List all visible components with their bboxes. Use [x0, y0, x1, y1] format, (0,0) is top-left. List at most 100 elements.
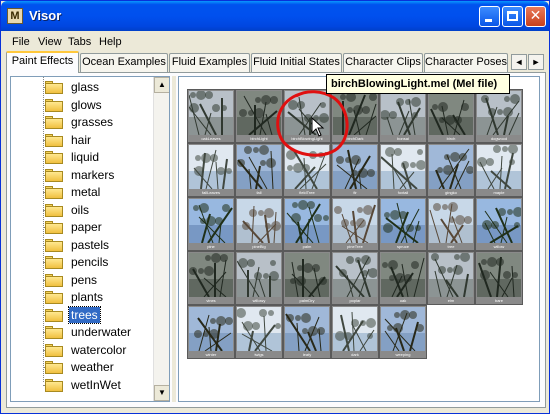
tab-fluid-initial-states[interactable]: Fluid Initial States — [251, 53, 342, 72]
thumbnail-3-1[interactable]: willowy — [235, 251, 283, 305]
tree-item-glows[interactable]: glows — [35, 97, 153, 113]
thumbnail-image — [477, 253, 521, 297]
thumbnail-3-2[interactable]: palmDry — [283, 251, 331, 305]
folder-icon — [45, 308, 63, 322]
thumbnail-1-5[interactable]: gingko — [427, 143, 475, 197]
scroll-track[interactable] — [154, 93, 169, 385]
tree-item-label: markers — [71, 167, 115, 182]
tree-item-label: oils — [71, 202, 90, 217]
scroll-up-button[interactable]: ▲ — [154, 77, 169, 93]
tree-item-underwater[interactable]: underwater — [35, 324, 153, 340]
thumbnail-0-6[interactable]: dogwood — [475, 89, 523, 143]
thumbnail-image — [381, 307, 425, 351]
thumbnail-4-0[interactable]: winter — [187, 305, 235, 359]
tab-scroll-right-button[interactable]: ► — [528, 54, 544, 70]
thumbnail-4-1[interactable]: twigs — [235, 305, 283, 359]
folder-icon — [45, 151, 63, 164]
thumbnail-caption: fieldTree — [299, 190, 315, 195]
tree-scrollbar[interactable]: ▲ ▼ — [153, 77, 169, 401]
thumbnail-caption: willow — [493, 244, 505, 249]
thumbnail-0-5[interactable]: birch — [427, 89, 475, 143]
thumbnail-caption: poplar — [349, 298, 361, 303]
close-button[interactable]: ✕ — [525, 6, 546, 27]
tree-item-label: weather — [71, 360, 114, 374]
scroll-down-button[interactable]: ▼ — [154, 385, 169, 401]
thumbnail-caption: maple — [493, 190, 505, 195]
minimize-button[interactable] — [479, 6, 500, 27]
thumbnail-caption: gingko — [445, 190, 457, 195]
menu-tabs[interactable]: Tabs — [68, 36, 91, 48]
tree-item-metal[interactable]: metal — [35, 184, 153, 200]
thumbnail-3-0[interactable]: vines — [187, 251, 235, 305]
tab-character-clips[interactable]: Character Clips — [343, 53, 423, 72]
thumbnail-4-3[interactable]: dark — [331, 305, 379, 359]
folder-icon — [45, 361, 63, 374]
tree-item-label: paper — [71, 220, 102, 234]
thumbnail-caption: foxtail — [397, 190, 409, 195]
tree-item-glass[interactable]: glass — [35, 79, 153, 95]
thumbnail-2-0[interactable]: pine — [187, 197, 235, 251]
thumbnail-image — [285, 253, 329, 297]
tree-item-watercolor[interactable]: watercolor — [35, 342, 153, 358]
folder-icon — [45, 203, 63, 217]
thumbnail-caption: fir — [353, 190, 357, 195]
tab-ocean-examples[interactable]: Ocean Examples — [80, 53, 168, 72]
tree-item-trees[interactable]: trees — [35, 305, 153, 324]
tree-item-liquid[interactable]: liquid — [35, 149, 153, 165]
tree-item-paper[interactable]: paper — [35, 219, 153, 235]
tab-character-poses[interactable]: Character Poses — [424, 53, 508, 72]
menu-view[interactable]: View — [38, 36, 62, 48]
thumbnail-2-6[interactable]: willow — [475, 197, 523, 251]
tree-item-pastels[interactable]: pastels — [35, 237, 153, 253]
thumbnail-4-4[interactable]: weeping — [379, 305, 427, 359]
maximize-button[interactable] — [502, 6, 523, 27]
thumbnail-caption: elm — [447, 298, 455, 303]
thumbnail-0-4[interactable]: bonsai — [379, 89, 427, 143]
tree-item-label: underwater — [71, 325, 132, 339]
folder-icon — [45, 256, 63, 269]
thumbnail-3-4[interactable]: oak — [379, 251, 427, 305]
thumbnail-caption: vines — [206, 298, 216, 303]
tree-item-pens[interactable]: pens — [35, 272, 153, 288]
menu-bar: File View Tabs Help — [1, 33, 549, 51]
thumbnail-0-0[interactable]: oakLeaves — [187, 89, 235, 143]
thumbnail-1-0[interactable]: fallLeaves — [187, 143, 235, 197]
thumbnail-image — [477, 91, 521, 135]
tree-item-oils[interactable]: oils — [35, 202, 153, 218]
thumbnail-2-5[interactable]: tree — [427, 197, 475, 251]
tab-scroll-left-button[interactable]: ◄ — [511, 54, 527, 70]
thumbnail-2-3[interactable]: pineTree — [331, 197, 379, 251]
pane-splitter[interactable] — [172, 76, 176, 402]
tab-fluid-examples[interactable]: Fluid Examples — [169, 53, 250, 72]
title-bar[interactable]: M Visor ✕ — [1, 1, 549, 31]
thumbnail-3-6[interactable]: bare — [475, 251, 523, 305]
tree-item-label: pastels — [71, 237, 110, 252]
folder-icon — [45, 186, 63, 199]
tree-item-pencils[interactable]: pencils — [35, 254, 153, 270]
tree-item-grasses[interactable]: grasses — [35, 114, 153, 130]
tab-paint-effects[interactable]: Paint Effects — [6, 51, 79, 73]
thumbnail-image — [381, 145, 425, 189]
tree-item-hair[interactable]: hair — [35, 132, 153, 148]
app-icon: M — [7, 8, 23, 24]
thumbnail-1-4[interactable]: foxtail — [379, 143, 427, 197]
close-icon: ✕ — [529, 8, 542, 24]
thumbnail-3-3[interactable]: poplar — [331, 251, 379, 305]
thumbnail-image — [237, 199, 281, 243]
tree-item-label: watercolor — [71, 342, 127, 357]
thumbnail-2-1[interactable]: pineBig — [235, 197, 283, 251]
tab-strip: Paint Effects Ocean Examples Fluid Examp… — [6, 51, 546, 73]
thumbnail-3-5[interactable]: elm — [427, 251, 475, 305]
menu-help[interactable]: Help — [99, 36, 122, 48]
tree-item-wetInWet[interactable]: wetInWet — [35, 377, 153, 393]
thumbnail-4-2[interactable]: leafy — [283, 305, 331, 359]
thumbnail-1-6[interactable]: maple — [475, 143, 523, 197]
tree-item-markers[interactable]: markers — [35, 167, 153, 183]
menu-file[interactable]: File — [12, 36, 30, 48]
thumbnail-2-2[interactable]: palm — [283, 197, 331, 251]
thumbnail-caption: oakLeaves — [201, 136, 221, 141]
tree-item-plants[interactable]: plants — [35, 289, 153, 305]
thumbnail-2-4[interactable]: spruce — [379, 197, 427, 251]
tree-item-weather[interactable]: weather — [35, 359, 153, 375]
minimize-icon — [485, 19, 492, 22]
